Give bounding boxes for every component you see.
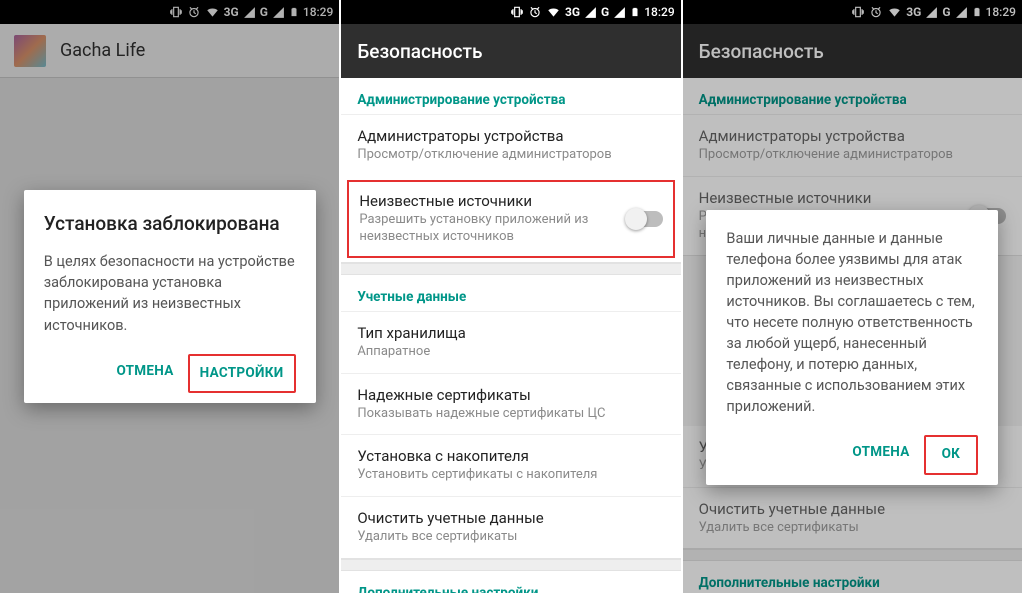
settings-appbar: Безопасность bbox=[341, 24, 680, 78]
screenshot-panel-2: 3G G 18:29 Безопасность Администрировани… bbox=[341, 0, 682, 593]
row-title: Надежные сертификаты bbox=[357, 386, 664, 404]
confirm-unknown-sources-dialog: Ваши личные данные и данные телефона бол… bbox=[706, 210, 998, 485]
appbar-title: Безопасность bbox=[357, 40, 482, 63]
signal-icon-2 bbox=[613, 6, 626, 19]
row-title: Тип хранилища bbox=[357, 324, 664, 342]
row-subtitle: Просмотр/отключение администраторов bbox=[357, 147, 664, 164]
row-subtitle: Установить сертификаты с накопителя bbox=[357, 467, 664, 484]
section-header-admin: Администрирование устройства bbox=[341, 78, 680, 114]
row-subtitle: Показывать надежные сертификаты ЦС bbox=[357, 406, 664, 423]
row-device-admins[interactable]: Администраторы устройства Просмотр/отклю… bbox=[341, 114, 680, 176]
cancel-button[interactable]: Отмена bbox=[106, 354, 183, 394]
ok-button[interactable]: ОК bbox=[924, 435, 979, 475]
row-title: Установка с накопителя bbox=[357, 447, 664, 465]
row-subtitle: Удалить все сертификаты bbox=[357, 529, 664, 546]
section-header-advanced: Дополнительные настройки bbox=[341, 571, 680, 593]
row-subtitle: Разрешить установку приложений из неизве… bbox=[359, 212, 614, 246]
dialog-overlay: Установка заблокирована В целях безопасн… bbox=[0, 0, 339, 593]
dialog-body: В целях безопасности на устройстве забло… bbox=[44, 251, 296, 335]
row-clear-credentials[interactable]: Очистить учетные данные Удалить все серт… bbox=[341, 496, 680, 558]
alarm-icon bbox=[528, 5, 542, 19]
battery-icon bbox=[630, 5, 640, 19]
unknown-sources-toggle[interactable] bbox=[627, 211, 663, 227]
signal-icon bbox=[584, 6, 597, 19]
settings-button[interactable]: Настройки bbox=[188, 354, 296, 394]
screenshot-panel-3: 3G G 18:29 Безопасность Администрировани… bbox=[683, 0, 1024, 593]
wifi-icon bbox=[546, 5, 561, 19]
row-subtitle: Аппаратное bbox=[357, 344, 664, 361]
status-time: 18:29 bbox=[644, 5, 674, 19]
status-bar: 3G G 18:29 bbox=[341, 0, 680, 24]
row-title: Очистить учетные данные bbox=[357, 509, 664, 527]
row-title: Администраторы устройства bbox=[357, 127, 664, 145]
dialog-body: Ваши личные данные и данные телефона бол… bbox=[726, 228, 978, 417]
section-header-credentials: Учетные данные bbox=[341, 275, 680, 311]
row-storage-type[interactable]: Тип хранилища Аппаратное bbox=[341, 311, 680, 373]
network-type-label: 3G bbox=[565, 5, 580, 19]
row-title: Неизвестные источники bbox=[359, 192, 614, 210]
row-trusted-certs[interactable]: Надежные сертификаты Показывать надежные… bbox=[341, 373, 680, 435]
row-install-from-storage[interactable]: Установка с накопителя Установить сертиф… bbox=[341, 434, 680, 496]
screenshot-panel-1: 3G G 18:29 Gacha Life Установка заблокир… bbox=[0, 0, 341, 593]
gsm-label: G bbox=[601, 5, 609, 19]
vibrate-icon bbox=[510, 5, 524, 19]
dialog-title: Установка заблокирована bbox=[44, 210, 296, 238]
settings-list[interactable]: Администрирование устройства Администрат… bbox=[341, 78, 680, 593]
dialog-overlay: Ваши личные данные и данные телефона бол… bbox=[683, 0, 1022, 593]
cancel-button[interactable]: Отмена bbox=[842, 435, 919, 475]
row-unknown-sources[interactable]: Неизвестные источники Разрешить установк… bbox=[347, 180, 674, 258]
install-blocked-dialog: Установка заблокирована В целях безопасн… bbox=[24, 190, 316, 403]
